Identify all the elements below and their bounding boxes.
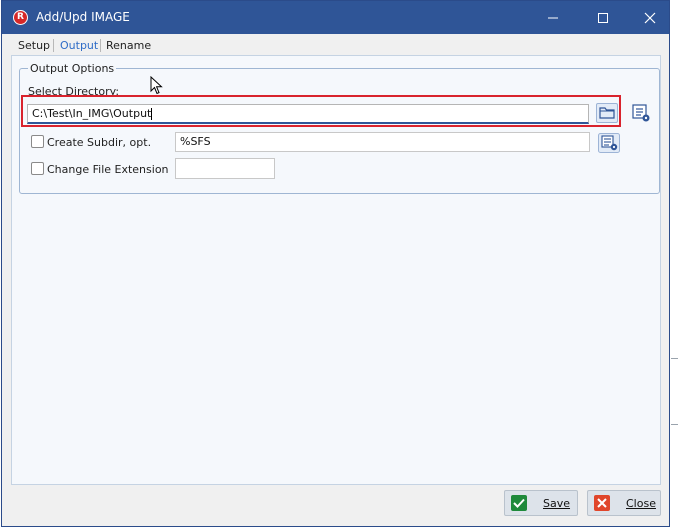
tab-divider (53, 39, 54, 52)
checkmark-icon (511, 495, 527, 511)
close-button[interactable]: Close (587, 490, 661, 516)
create-subdir-label: Create Subdir, opt. (47, 136, 152, 149)
app-logo-icon: R (13, 10, 28, 25)
group-title: Output Options (28, 62, 117, 75)
save-button[interactable]: Save (504, 490, 578, 516)
change-extension-checkbox[interactable] (31, 162, 44, 175)
directory-list-button[interactable] (631, 103, 651, 123)
minimize-icon (548, 17, 558, 19)
subdir-list-button[interactable] (598, 133, 620, 153)
change-extension-input[interactable] (175, 158, 275, 179)
window-close-button[interactable] (627, 1, 673, 34)
tab-divider (100, 39, 101, 52)
background-divider (671, 424, 678, 425)
create-subdir-input[interactable]: %SFS (175, 132, 590, 152)
close-icon (644, 12, 656, 24)
tab-rename[interactable]: Rename (106, 39, 151, 52)
create-subdir-checkbox[interactable] (31, 135, 44, 148)
close-label: Close (626, 497, 656, 510)
list-settings-icon (632, 104, 650, 122)
background-divider (671, 358, 678, 359)
highlight-box (21, 95, 621, 127)
list-settings-icon (598, 133, 620, 153)
tab-setup[interactable]: Setup (18, 39, 50, 52)
maximize-button[interactable] (580, 1, 626, 34)
dialog-footer: Save Close (11, 485, 661, 520)
maximize-icon (598, 13, 608, 23)
window-title: Add/Upd IMAGE (36, 10, 130, 24)
tab-strip: Setup Output Rename (2, 34, 669, 56)
minimize-button[interactable] (530, 1, 576, 34)
dialog-window: R Add/Upd IMAGE Setup Output Rename Outp… (1, 0, 670, 527)
save-label: Save (543, 497, 571, 510)
tab-output[interactable]: Output (60, 39, 98, 52)
title-bar[interactable]: R Add/Upd IMAGE (2, 1, 669, 34)
change-extension-label: Change File Extension (47, 163, 169, 176)
x-icon (594, 495, 610, 511)
mouse-cursor-icon (150, 75, 164, 99)
